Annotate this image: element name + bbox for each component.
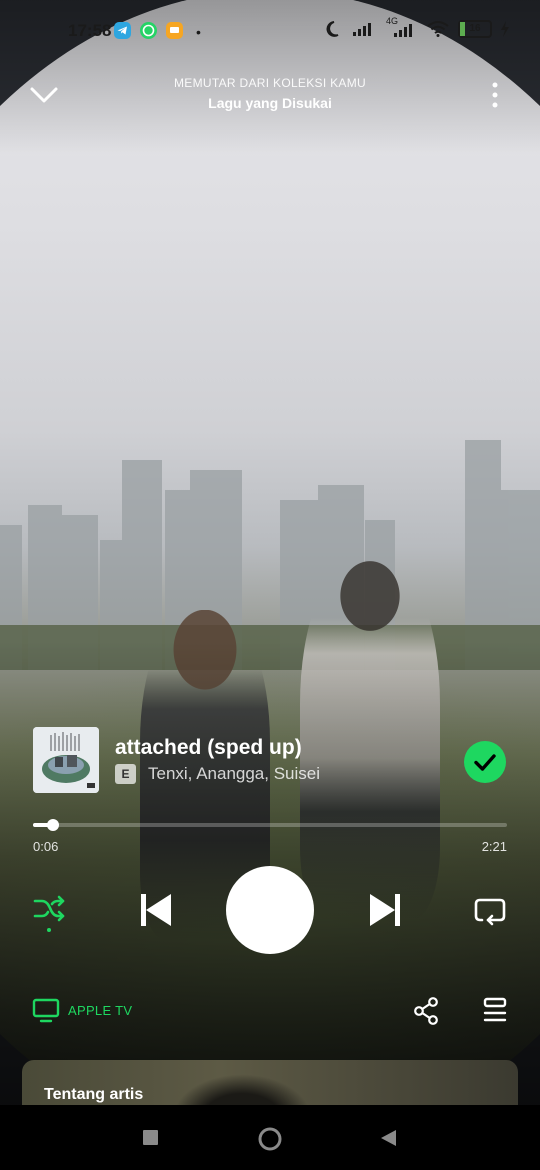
share-icon[interactable] [412,996,440,1026]
signal-icon [353,23,371,36]
notification-dot: • [196,24,201,40]
status-bar: 17:58 • 4G 16 [0,16,540,46]
album-cover[interactable] [33,727,99,793]
more-options-icon[interactable] [480,80,510,110]
shuffle-icon[interactable] [32,894,68,934]
battery-icon: 16 [458,20,492,38]
tv-icon[interactable] [32,998,60,1024]
next-track-icon[interactable] [367,891,403,929]
wifi-icon [427,21,449,37]
battery-level: 16 [469,23,481,34]
elapsed-time: 0:06 [33,839,59,854]
playing-context: MEMUTAR DARI KOLEKSI KAMU Lagu yang Disu… [120,76,420,111]
repeat-icon[interactable] [472,894,508,926]
total-time: 2:21 [481,839,507,854]
queue-icon[interactable] [482,997,508,1025]
explicit-badge: E [115,764,136,784]
status-time: 17:58 [68,21,112,40]
track-artists[interactable]: Tenxi, Anangga, Suisei [148,764,320,784]
previous-track-icon[interactable] [138,891,174,929]
progress-bar[interactable] [33,819,507,831]
check-icon [474,754,496,771]
play-pause-button[interactable] [226,866,314,954]
back-icon[interactable] [379,1129,397,1147]
charging-icon [501,21,509,37]
home-icon[interactable] [257,1126,283,1152]
signal-4g-icon: 4G [384,16,418,38]
liked-button[interactable] [464,741,506,783]
connected-device-label[interactable]: APPLE TV [68,1003,132,1018]
system-nav-bar [0,1105,540,1170]
album-art-image [33,727,99,793]
about-artist-heading: Tentang artis [44,1086,144,1103]
messages-icon [166,22,183,39]
track-title[interactable]: attached (sped up) [115,736,302,760]
context-kicker: MEMUTAR DARI KOLEKSI KAMU [174,76,366,90]
recent-apps-icon[interactable] [142,1129,159,1146]
moon-icon [326,21,339,37]
whatsapp-icon [140,22,157,39]
chevron-down-icon[interactable] [28,82,60,108]
telegram-icon [114,22,131,39]
context-title[interactable]: Lagu yang Disukai [120,95,420,111]
